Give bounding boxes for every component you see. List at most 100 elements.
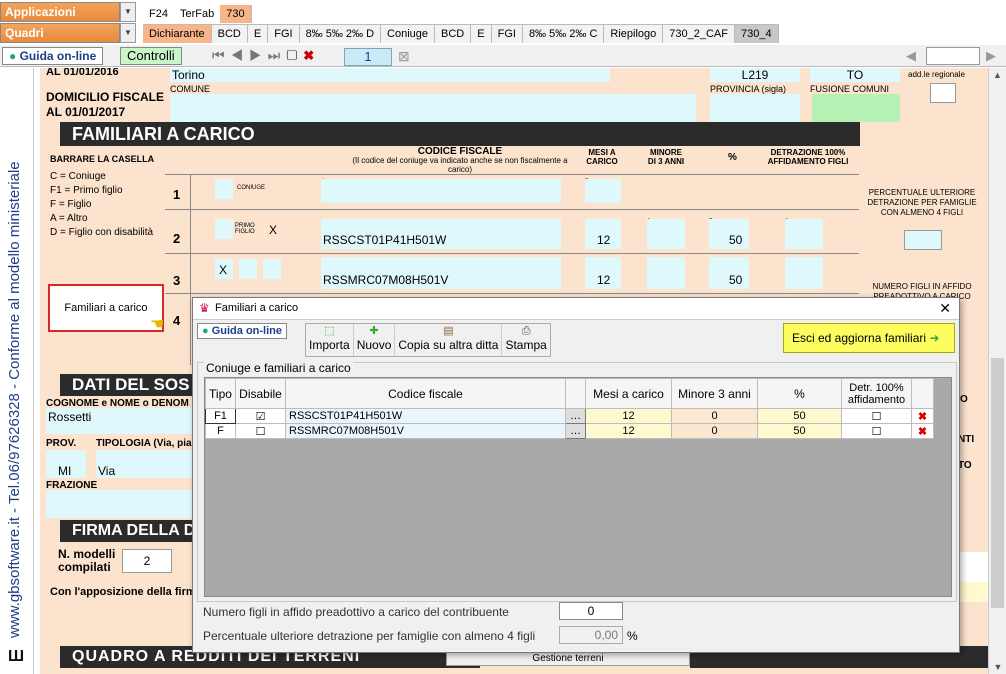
tab-e-c[interactable]: E xyxy=(471,25,492,43)
new-page-icon[interactable]: ▢ xyxy=(286,47,303,63)
row3-detr-field[interactable] xyxy=(785,257,823,289)
tipologia-field[interactable]: Via xyxy=(96,450,194,478)
row-cf[interactable]: RSSCST01P41H501W xyxy=(285,408,566,424)
row2-minore-field[interactable] xyxy=(647,219,685,249)
applicazioni-select[interactable]: Applicazioni xyxy=(0,2,120,22)
checkbox-icon[interactable]: ☐ xyxy=(872,411,882,423)
scroll-down-icon[interactable]: ▼ xyxy=(989,662,1006,672)
row-perc[interactable]: 50 xyxy=(757,408,842,424)
row3-mesi-field[interactable]: 12 xyxy=(585,257,621,289)
controlli-button[interactable]: Controlli xyxy=(120,47,182,65)
comune-2016-field[interactable]: Torino xyxy=(170,68,610,82)
close-page-icon[interactable]: ⊠ xyxy=(398,48,410,65)
frazione-field[interactable] xyxy=(46,490,194,518)
quadri-select[interactable]: Quadri xyxy=(0,23,120,43)
delete-page-icon[interactable]: ✖ xyxy=(303,47,320,63)
checkbox-checked-icon[interactable]: ☑ xyxy=(256,411,266,423)
last-record-icon[interactable]: ⏭ xyxy=(268,47,287,63)
row3-perc-field[interactable]: 50 xyxy=(709,257,749,289)
codice-comune-field[interactable]: L219 xyxy=(710,68,800,82)
row1-mesi-field[interactable] xyxy=(585,179,621,203)
close-icon[interactable]: ✕ xyxy=(939,300,951,317)
row3-disabile-box[interactable] xyxy=(239,259,257,279)
row-tipo[interactable]: F xyxy=(205,423,236,439)
row-disabile[interactable]: ☐ xyxy=(235,423,286,439)
tab-riepilogo[interactable]: Riepilogo xyxy=(604,25,664,43)
prov-field[interactable]: MI xyxy=(46,450,86,478)
row-mesi[interactable]: 12 xyxy=(585,408,672,424)
perc-input[interactable]: 0,00 xyxy=(559,626,623,644)
row2-cf-field[interactable]: RSSCST01P41H501W xyxy=(321,219,561,249)
checkbox-icon[interactable]: ☐ xyxy=(872,426,882,438)
lookup-button[interactable]: … xyxy=(565,408,586,424)
row-minore[interactable]: 0 xyxy=(671,423,758,439)
row-detr[interactable]: ☐ xyxy=(841,408,912,424)
table-row[interactable]: F1 ☑ RSSCST01P41H501W … 12 0 50 ☐ ✖ xyxy=(205,408,934,424)
row-mesi[interactable]: 12 xyxy=(585,423,672,439)
next-record-icon[interactable]: ▶ xyxy=(249,47,268,63)
page-search-input[interactable] xyxy=(926,47,980,65)
row-disabile[interactable]: ☑ xyxy=(235,408,286,424)
delete-row-icon[interactable]: ✖ xyxy=(911,408,934,424)
row-perc[interactable]: 50 xyxy=(757,423,842,439)
tab-8-5-2-c[interactable]: 8‰ 5‰ 2‰ C xyxy=(522,25,605,43)
perc-ulteriore-field[interactable] xyxy=(904,230,942,250)
tab-f24[interactable]: F24 xyxy=(143,5,174,23)
provincia-2016-field[interactable]: TO xyxy=(810,68,900,82)
importa-button[interactable]: ⬚ Importa xyxy=(306,324,354,356)
tab-coniuge[interactable]: Coniuge xyxy=(381,25,436,43)
row-minore[interactable]: 0 xyxy=(671,408,758,424)
row2-detr-field[interactable] xyxy=(785,219,823,249)
row3-cf-field[interactable]: RSSMRC07M08H501V xyxy=(321,257,561,289)
page-number[interactable]: 1 xyxy=(344,48,392,66)
copia-button[interactable]: ▤ Copia su altra ditta xyxy=(395,324,503,356)
familiari-a-carico-button[interactable]: Familiari a carico xyxy=(48,284,164,332)
vertical-scrollbar[interactable]: ▲ ▼ xyxy=(988,68,1006,674)
chevron-down-icon[interactable]: ▼ xyxy=(120,23,136,43)
tab-8-5-2-d[interactable]: 8‰ 5‰ 2‰ D xyxy=(299,25,382,43)
row3-extra-box[interactable] xyxy=(263,259,281,279)
provincia-2017-field[interactable] xyxy=(710,94,800,122)
stampa-button[interactable]: ⎙ Stampa xyxy=(502,324,549,356)
row2-perc-field[interactable]: 50 xyxy=(709,219,749,249)
addle-regionale-field[interactable] xyxy=(930,83,956,103)
fusione-field[interactable] xyxy=(812,94,900,122)
dialog-guida-button[interactable]: ● Guida on-line xyxy=(197,323,287,339)
table-row[interactable]: F ☐ RSSMRC07M08H501V … 12 0 50 ☐ ✖ xyxy=(205,423,934,439)
row3-minore-field[interactable] xyxy=(647,257,685,289)
row1-type-box[interactable] xyxy=(215,179,233,199)
numero-figli-input[interactable]: 0 xyxy=(559,602,623,620)
row1-cf-field[interactable] xyxy=(321,179,561,203)
checkbox-icon[interactable]: ☐ xyxy=(256,426,266,438)
guida-button[interactable]: ● Guida on-line xyxy=(2,47,104,65)
nuovo-button[interactable]: ✚ Nuovo xyxy=(354,324,396,356)
scroll-up-icon[interactable]: ▲ xyxy=(989,70,1006,80)
scroll-right-icon[interactable]: ▶ xyxy=(986,48,996,64)
prev-record-icon[interactable]: ◀ xyxy=(231,47,250,63)
gestione-terreni-button[interactable]: Gestione terreni xyxy=(446,652,690,666)
tab-730-2-caf[interactable]: 730_2_CAF xyxy=(663,25,735,43)
tab-dichiarante[interactable]: Dichiarante xyxy=(143,25,212,43)
tab-terfab[interactable]: TerFab xyxy=(173,5,221,23)
row2-mesi-field[interactable]: 12 xyxy=(585,219,621,249)
esci-button[interactable]: Esci ed aggiorna familiari ➜ xyxy=(783,323,955,353)
n-modelli-field[interactable]: 2 xyxy=(122,549,172,573)
scroll-thumb[interactable] xyxy=(991,358,1004,608)
lookup-button[interactable]: … xyxy=(565,423,586,439)
scroll-left-icon[interactable]: ◀ xyxy=(906,48,916,64)
row-tipo[interactable]: F1 xyxy=(205,408,236,424)
tab-730-4[interactable]: 730_4 xyxy=(735,25,779,43)
tab-fgi-c[interactable]: FGI xyxy=(491,25,523,43)
chevron-down-icon[interactable]: ▼ xyxy=(120,2,136,22)
tab-bcd[interactable]: BCD xyxy=(211,25,248,43)
tab-e[interactable]: E xyxy=(247,25,269,43)
cognome-field[interactable]: Rossetti xyxy=(46,408,194,434)
delete-row-icon[interactable]: ✖ xyxy=(911,423,934,439)
tab-730[interactable]: 730 xyxy=(220,5,252,23)
first-record-icon[interactable]: ⏮ xyxy=(212,47,231,63)
tab-bcd-c[interactable]: BCD xyxy=(435,25,472,43)
tab-fgi[interactable]: FGI xyxy=(268,25,300,43)
comune-2017-field[interactable] xyxy=(170,94,696,122)
row-cf[interactable]: RSSMRC07M08H501V xyxy=(285,423,566,439)
row3-type-box[interactable]: X xyxy=(215,259,233,279)
